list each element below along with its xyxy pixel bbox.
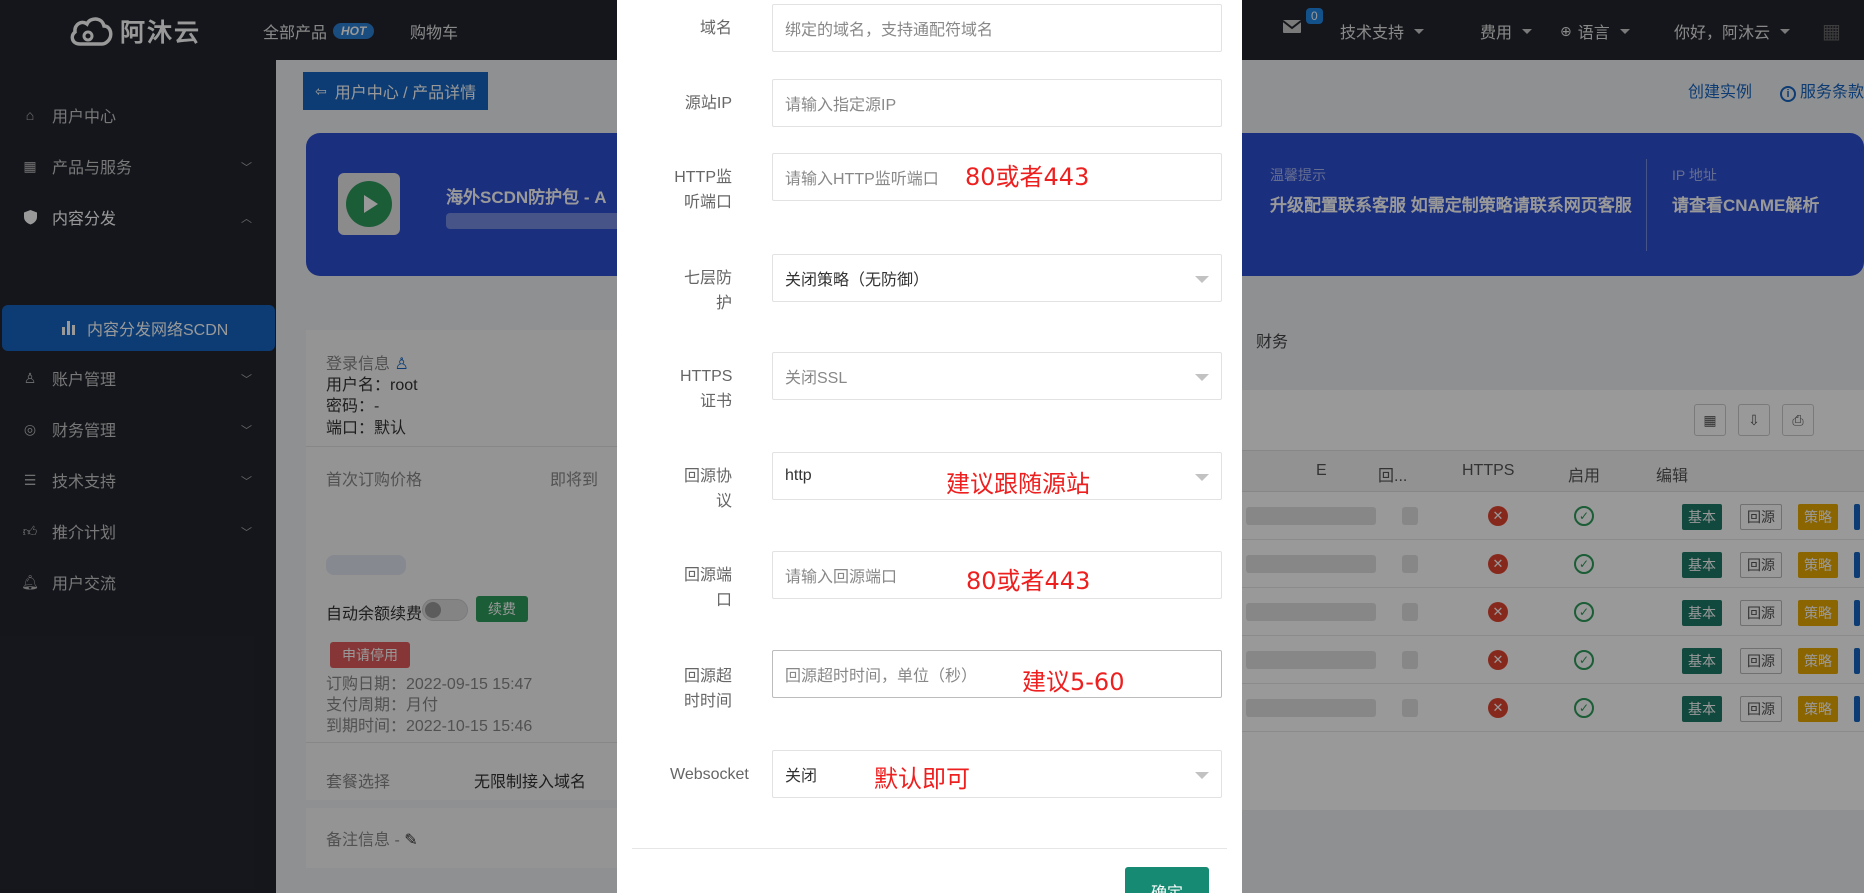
websocket-select[interactable]: 关闭 [772, 750, 1222, 798]
origin-timeout-placeholder: 回源超时时间，单位（秒） [785, 668, 978, 685]
source-ip-label: 源站IP [684, 95, 732, 112]
dropdown-arrow-icon [1195, 276, 1209, 283]
domain-placeholder: 绑定的域名，支持通配符域名 [785, 22, 994, 39]
source-ip-placeholder: 请输入指定源IP [785, 97, 897, 114]
origin-timeout-input[interactable]: 回源超时时间，单位（秒） [772, 650, 1222, 698]
l7-protection-value: 关闭策略（无防御） [785, 272, 930, 289]
modal-footer-divider [632, 848, 1227, 849]
origin-timeout-label: 回源超时时间 [683, 668, 732, 710]
https-cert-value: 关闭SSL [785, 370, 848, 387]
origin-port-placeholder: 请输入回源端口 [785, 569, 898, 586]
dropdown-arrow-icon [1195, 772, 1209, 779]
origin-protocol-annotation: 建议跟随源站 [946, 470, 1090, 498]
origin-port-label: 回源端口 [683, 567, 732, 609]
https-cert-select[interactable]: 关闭SSL [772, 352, 1222, 400]
https-cert-label: HTTPS证书 [680, 368, 733, 410]
dropdown-arrow-icon [1195, 474, 1209, 481]
http-port-placeholder: 请输入HTTP监听端口 [785, 171, 939, 188]
websocket-annotation: 默认即可 [874, 765, 970, 793]
domain-label: 域名 [699, 20, 732, 37]
origin-timeout-annotation: 建议5-60 [1022, 668, 1125, 696]
origin-protocol-label: 回源协议 [683, 468, 732, 510]
http-port-label: HTTP监听端口 [674, 169, 732, 211]
origin-protocol-value: http [785, 467, 812, 484]
l7-protection-label: 七层防护 [683, 270, 732, 312]
dropdown-arrow-icon [1195, 374, 1209, 381]
add-domain-modal: 域名 绑定的域名，支持通配符域名 源站IP 请输入指定源IP HTTP监听端口 … [617, 0, 1242, 893]
domain-input[interactable]: 绑定的域名，支持通配符域名 [772, 4, 1222, 52]
websocket-label: Websocket [670, 766, 749, 783]
source-ip-input[interactable]: 请输入指定源IP [772, 79, 1222, 127]
l7-protection-select[interactable]: 关闭策略（无防御） [772, 254, 1222, 302]
origin-port-annotation: 80或者443 [966, 567, 1091, 595]
confirm-button[interactable]: 确定 [1125, 867, 1209, 893]
websocket-value: 关闭 [785, 768, 818, 785]
http-port-annotation: 80或者443 [965, 163, 1090, 191]
